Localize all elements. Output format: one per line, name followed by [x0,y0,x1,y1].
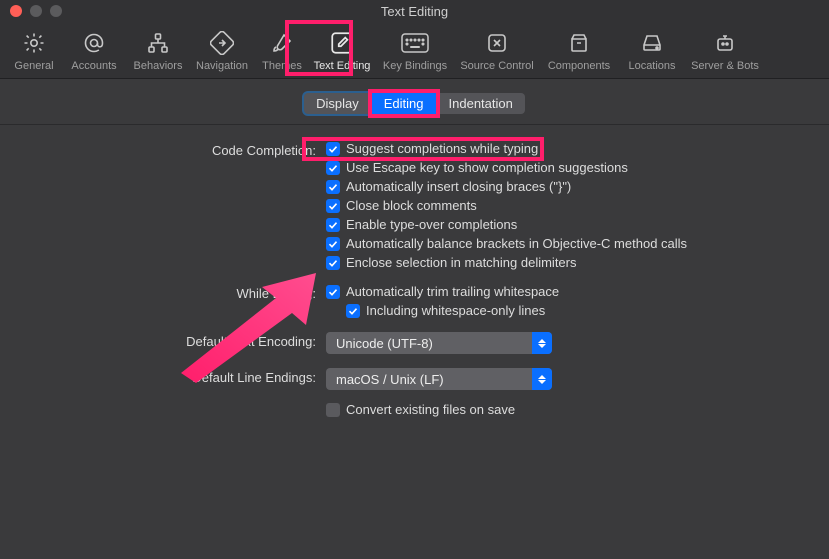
titlebar: Text Editing [0,0,829,22]
subtab-editing[interactable]: Editing [372,93,436,114]
tab-label: Source Control [460,60,533,72]
checkbox-label: Enable type-over completions [346,217,517,232]
checkbox-icon [326,403,340,417]
checkbox-label: Convert existing files on save [346,402,515,417]
tab-label: Navigation [196,60,248,72]
tab-locations[interactable]: Locations [620,26,684,72]
label-encoding: Default Text Encoding: [30,332,326,349]
checkbox-label: Enclose selection in matching delimiters [346,255,577,270]
checkbox-icon [326,237,340,251]
form-area: Code Completion: Suggest completions whi… [0,125,829,559]
tab-label: Locations [628,60,675,72]
keyboard-icon [401,28,429,58]
tab-components[interactable]: Components [538,26,620,72]
checkbox-label: Suggest completions while typing [346,141,538,156]
checkbox-enclose-selection[interactable]: Enclose selection in matching delimiters [326,255,799,270]
tab-label: Text Editing [314,60,371,72]
checkbox-icon [326,256,340,270]
checkbox-balance-brackets[interactable]: Automatically balance brackets in Object… [326,236,799,251]
checkbox-trim-whitespace[interactable]: Automatically trim trailing whitespace [326,284,799,299]
row-code-completion: Code Completion: Suggest completions whi… [30,141,799,270]
gear-icon [22,28,46,58]
window-controls [0,5,62,17]
navigation-icon [210,28,234,58]
tab-text-editing[interactable]: Text Editing [310,26,374,72]
label-while-editing: While Editing: [30,284,326,301]
tab-label: Behaviors [134,60,183,72]
checkbox-icon [326,161,340,175]
edit-icon [329,28,355,58]
tab-themes[interactable]: Themes [254,26,310,72]
tab-label: General [14,60,53,72]
subtab-control: Display Editing Indentation [304,93,525,114]
checkbox-label: Automatically insert closing braces ("}"… [346,179,571,194]
checkbox-close-block-comments[interactable]: Close block comments [326,198,799,213]
checkbox-icon [326,285,340,299]
checkbox-label: Use Escape key to show completion sugges… [346,160,628,175]
checkbox-label: Including whitespace-only lines [366,303,545,318]
tab-label: Accounts [71,60,116,72]
checkbox-whitespace-only-lines[interactable]: Including whitespace-only lines [346,303,799,318]
window-title: Text Editing [0,4,829,19]
checkbox-icon [326,199,340,213]
dropdown-encoding[interactable]: Unicode (UTF-8) [326,332,552,354]
checkbox-label: Automatically trim trailing whitespace [346,284,559,299]
checkbox-label: Automatically balance brackets in Object… [346,236,687,251]
preferences-window: Text Editing General Accounts Behaviors [0,0,829,559]
row-line-endings: Default Line Endings: macOS / Unix (LF) … [30,368,799,417]
at-icon [82,28,106,58]
dropdown-value: Unicode (UTF-8) [336,336,433,351]
tab-source-control[interactable]: Source Control [456,26,538,72]
tab-label: Themes [262,60,302,72]
tab-label: Components [548,60,610,72]
label-code-completion: Code Completion: [30,141,326,158]
close-window-button[interactable] [10,5,22,17]
checkbox-escape-suggestions[interactable]: Use Escape key to show completion sugges… [326,160,799,175]
checkbox-icon [326,180,340,194]
row-while-editing: While Editing: Automatically trim traili… [30,284,799,318]
tab-behaviors[interactable]: Behaviors [126,26,190,72]
checkbox-convert-existing[interactable]: Convert existing files on save [326,402,799,417]
dropdown-value: macOS / Unix (LF) [336,372,444,387]
tab-accounts[interactable]: Accounts [62,26,126,72]
hierarchy-icon [146,28,170,58]
bot-icon [713,28,737,58]
chevron-updown-icon [532,332,552,354]
row-encoding: Default Text Encoding: Unicode (UTF-8) [30,332,799,354]
checkbox-suggest-completions[interactable]: Suggest completions while typing [326,141,799,156]
minimize-window-button[interactable] [30,5,42,17]
preferences-toolbar: General Accounts Behaviors Navigation Th… [0,22,829,79]
disk-icon [640,28,664,58]
package-icon [567,28,591,58]
label-line-endings: Default Line Endings: [30,368,326,385]
checkbox-icon [326,218,340,232]
subtab-indentation[interactable]: Indentation [437,93,525,114]
tab-general[interactable]: General [6,26,62,72]
dropdown-line-endings[interactable]: macOS / Unix (LF) [326,368,552,390]
checkbox-icon [326,142,340,156]
checkbox-auto-closing-braces[interactable]: Automatically insert closing braces ("}"… [326,179,799,194]
checkbox-icon [346,304,360,318]
checkbox-type-over[interactable]: Enable type-over completions [326,217,799,232]
tab-key-bindings[interactable]: Key Bindings [374,26,456,72]
tab-label: Key Bindings [383,60,447,72]
paintbrush-icon [270,28,294,58]
subtab-bar: Display Editing Indentation [0,79,829,125]
tab-navigation[interactable]: Navigation [190,26,254,72]
tab-label: Server & Bots [691,60,759,72]
tab-server-bots[interactable]: Server & Bots [684,26,766,72]
subtab-display[interactable]: Display [304,93,371,114]
chevron-updown-icon [532,368,552,390]
checkbox-label: Close block comments [346,198,477,213]
source-control-icon [485,28,509,58]
zoom-window-button[interactable] [50,5,62,17]
